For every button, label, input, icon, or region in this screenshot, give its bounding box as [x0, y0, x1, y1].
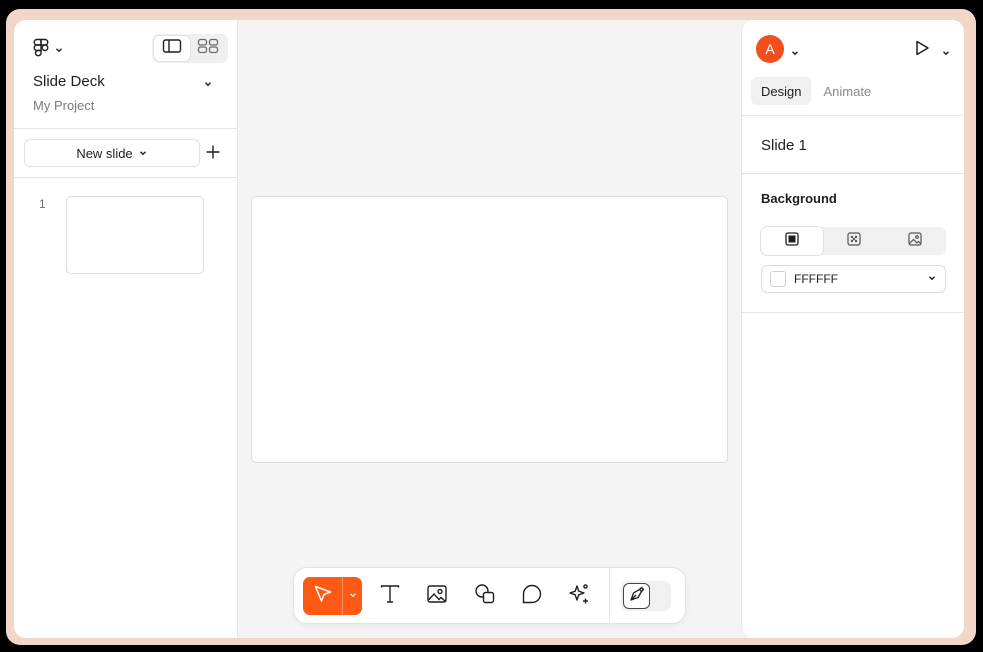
user-avatar[interactable]: A [756, 35, 784, 63]
divider [742, 173, 964, 174]
app-window: Slide Deck My Project New slide 1 A Desi… [14, 20, 964, 638]
select-tool-dropdown[interactable] [342, 577, 362, 615]
new-slide-button[interactable]: New slide [24, 139, 200, 167]
divider [742, 312, 964, 313]
background-heading: Background [761, 191, 837, 206]
tab-animate[interactable]: Animate [813, 77, 881, 105]
color-swatch[interactable] [770, 271, 786, 287]
grid-icon [197, 38, 219, 59]
slide-thumbnail[interactable] [66, 196, 204, 274]
chevron-down-icon [348, 587, 358, 605]
bottom-toolbar [293, 567, 686, 625]
shapes-icon [474, 583, 496, 610]
present-play-icon[interactable] [913, 39, 931, 62]
view-toggle [152, 34, 228, 63]
chevron-down-icon [54, 42, 64, 60]
background-type-selector [761, 227, 946, 255]
pen-mode-button[interactable] [623, 583, 650, 609]
tab-design[interactable]: Design [751, 77, 812, 105]
image-fill-icon [907, 231, 923, 252]
pattern-fill-button[interactable] [823, 227, 885, 255]
main-menu-button[interactable] [32, 38, 64, 63]
sidebar-header: Slide Deck My Project [14, 20, 238, 129]
single-view-button[interactable] [154, 36, 190, 61]
image-tool-button[interactable] [424, 583, 450, 609]
divider [742, 115, 964, 116]
text-icon [379, 583, 401, 610]
color-hex-value[interactable]: FFFFFF [794, 272, 919, 286]
select-arrow-icon [313, 584, 333, 609]
new-slide-label: New slide [76, 145, 133, 161]
comment-icon [521, 583, 543, 610]
select-tool-group [303, 577, 362, 615]
ai-sparkle-icon [567, 582, 591, 611]
sidebar-panel-icon [162, 38, 182, 59]
background-color-field[interactable]: FFFFFF [761, 265, 946, 293]
project-name[interactable]: My Project [33, 98, 94, 113]
chevron-down-icon[interactable] [790, 45, 800, 63]
grid-view-button[interactable] [190, 36, 226, 61]
canvas-slide[interactable] [251, 196, 728, 463]
pattern-fill-icon [846, 231, 862, 252]
solid-fill-icon [784, 231, 800, 252]
ai-tool-button[interactable] [566, 583, 592, 609]
text-tool-button[interactable] [377, 583, 403, 609]
right-panel: A Design Animate Slide 1 Background FFFF… [741, 20, 964, 638]
select-tool-button[interactable] [303, 577, 342, 615]
slide-number: 1 [39, 197, 46, 211]
chevron-down-icon[interactable] [941, 45, 951, 63]
chevron-down-icon [138, 146, 148, 161]
panel-tabs: Design Animate [751, 77, 881, 105]
deck-title[interactable]: Slide Deck [33, 73, 105, 90]
image-icon [426, 583, 448, 610]
selected-slide-label: Slide 1 [761, 137, 807, 154]
mode-toggle [621, 581, 671, 611]
solid-fill-button[interactable] [761, 227, 823, 255]
toolbar-divider [609, 568, 610, 625]
comment-tool-button[interactable] [519, 583, 545, 609]
chevron-down-icon[interactable] [203, 76, 213, 94]
pen-mode-icon [628, 585, 646, 608]
chevron-down-icon [927, 270, 937, 288]
figma-logo-icon [32, 38, 50, 63]
shapes-tool-button[interactable] [472, 583, 498, 609]
left-sidebar: Slide Deck My Project New slide 1 [14, 20, 238, 638]
add-slide-plus-icon[interactable] [205, 144, 221, 160]
image-fill-button[interactable] [884, 227, 946, 255]
